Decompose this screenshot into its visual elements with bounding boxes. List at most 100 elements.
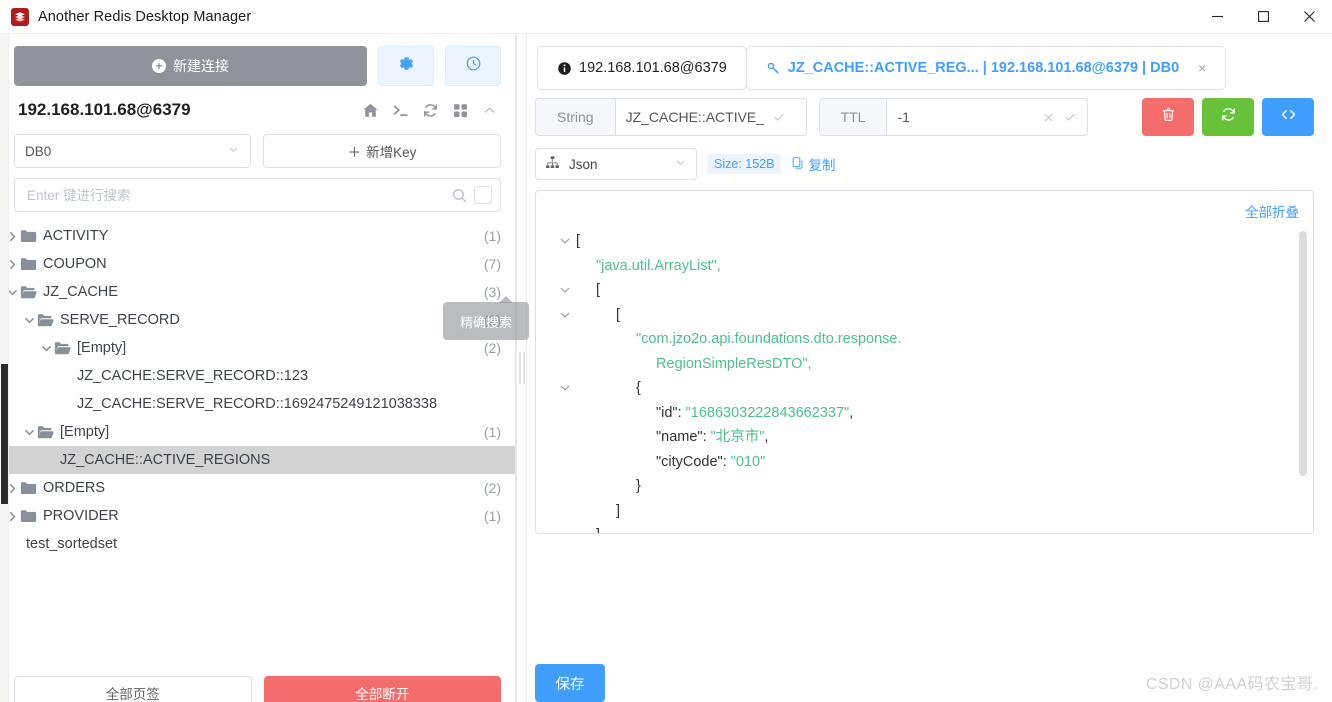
sidebar-topbar: + 新建连接 bbox=[0, 34, 515, 86]
splitter-grip[interactable] bbox=[519, 352, 524, 384]
json-token: "1686303222843662337" bbox=[685, 404, 850, 421]
all-tabs-button[interactable]: 全部页签 bbox=[14, 676, 252, 702]
tree-item-empty[interactable]: [Empty] (1) bbox=[0, 418, 515, 446]
add-key-label: 新增Key bbox=[366, 145, 417, 160]
tree-item-jz-cache-active-regions[interactable]: JZ_CACHE::ACTIVE_REGIONS bbox=[0, 446, 515, 474]
check-icon[interactable] bbox=[1063, 110, 1077, 124]
tab-connection-info[interactable]: 192.168.101.68@6379 bbox=[537, 46, 747, 90]
db-select[interactable]: DB0 bbox=[14, 134, 251, 168]
save-button[interactable]: 保存 bbox=[535, 664, 605, 702]
history-button[interactable] bbox=[445, 46, 501, 86]
format-select[interactable]: Json bbox=[535, 148, 697, 180]
chevron-up-icon[interactable] bbox=[482, 103, 497, 118]
chevron-down-icon[interactable] bbox=[38, 343, 54, 354]
code-icon bbox=[1280, 106, 1297, 128]
left-edge-scrollbar[interactable] bbox=[0, 34, 9, 702]
tree-item-test-sortedset[interactable]: test_sortedset bbox=[0, 530, 515, 558]
json-token: RegionSimpleResDTO", bbox=[656, 355, 812, 372]
tree-item-empty[interactable]: [Empty] (2) bbox=[0, 334, 515, 362]
key-tree[interactable]: ACTIVITY (1) COUPON (7) JZ_CACHE (3) SERVE_REC… bbox=[0, 222, 515, 702]
tree-item-provider[interactable]: PROVIDER (1) bbox=[0, 502, 515, 530]
json-line: ] bbox=[554, 499, 1287, 524]
tree-item-label: COUPON bbox=[43, 256, 107, 272]
panel-splitter[interactable] bbox=[516, 34, 527, 702]
json-collapse-caret-icon[interactable] bbox=[554, 376, 576, 394]
json-token: , bbox=[849, 404, 854, 421]
json-collapse-caret-icon[interactable] bbox=[554, 303, 576, 321]
json-token: "java.util.ArrayList", bbox=[596, 257, 721, 274]
close-icon[interactable] bbox=[1042, 111, 1055, 124]
maximize-button[interactable] bbox=[1240, 0, 1286, 34]
tree-item-count: (1) bbox=[483, 228, 501, 244]
json-token: ] bbox=[616, 502, 621, 519]
connection-action-icons bbox=[362, 102, 497, 119]
new-connection-button[interactable]: + 新建连接 bbox=[14, 46, 367, 86]
search-icon[interactable] bbox=[451, 187, 468, 204]
close-button[interactable] bbox=[1286, 0, 1332, 34]
json-line-text: "id": "1686303222843662337", bbox=[576, 401, 853, 426]
tree-item-jz-cache[interactable]: JZ_CACHE (3) bbox=[0, 278, 515, 306]
format-row: Json Size: 152B 复制 bbox=[527, 136, 1332, 180]
chevron-down-icon[interactable] bbox=[21, 427, 37, 438]
collapse-all-link[interactable]: 全部折叠 bbox=[1245, 201, 1299, 221]
json-token: [ bbox=[616, 306, 621, 323]
json-line: [ bbox=[554, 278, 1287, 303]
ttl-label: TTL bbox=[819, 99, 888, 135]
tab-connection-info-label: 192.168.101.68@6379 bbox=[579, 60, 727, 76]
exact-search-checkbox[interactable] bbox=[474, 186, 492, 204]
tree-item-serve-record[interactable]: SERVE_RECORD (2) bbox=[0, 306, 515, 334]
json-viewer[interactable]: 全部折叠 ["java.util.ArrayList", [["com.jzo2o… bbox=[535, 190, 1314, 534]
json-caret-spacer bbox=[554, 450, 576, 456]
left-edge-scroll-thumb[interactable] bbox=[1, 364, 8, 504]
json-collapse-caret-icon[interactable] bbox=[554, 278, 576, 296]
tree-item-jz-cache-serve-record-123[interactable]: JZ_CACHE:SERVE_RECORD::123 bbox=[0, 362, 515, 390]
refresh-key-button[interactable] bbox=[1202, 98, 1254, 136]
json-token: ] bbox=[596, 527, 600, 533]
check-icon[interactable] bbox=[772, 110, 786, 124]
tree-item-activity[interactable]: ACTIVITY (1) bbox=[0, 222, 515, 250]
copy-button[interactable]: 复制 bbox=[791, 154, 835, 174]
tree-item-coupon[interactable]: COUPON (7) bbox=[0, 250, 515, 278]
key-toolbar: String JZ_CACHE::ACTIVE_ TTL -1 bbox=[527, 90, 1332, 136]
search-input[interactable] bbox=[27, 187, 451, 203]
json-caret-spacer bbox=[554, 499, 576, 505]
json-line-text: } bbox=[576, 474, 641, 499]
tree-item-jz-cache-serve-record-1692475249121038338[interactable]: JZ_CACHE:SERVE_RECORD::16924752491210383… bbox=[0, 390, 515, 418]
copy-label: 复制 bbox=[808, 158, 836, 173]
key-action-buttons bbox=[1142, 98, 1314, 136]
minimize-button[interactable] bbox=[1194, 0, 1240, 34]
json-scrollbar[interactable] bbox=[1299, 231, 1307, 519]
json-line: "name": "北京市", bbox=[554, 425, 1287, 450]
tree-item-label: [Empty] bbox=[60, 424, 110, 440]
json-line: "cityCode": "010" bbox=[554, 450, 1287, 475]
chevron-down-icon[interactable] bbox=[21, 315, 37, 326]
tree-item-count: (2) bbox=[483, 312, 501, 328]
refresh-icon[interactable] bbox=[422, 102, 439, 119]
search-box[interactable] bbox=[14, 178, 501, 212]
home-icon[interactable] bbox=[362, 102, 379, 119]
grid-icon[interactable] bbox=[452, 102, 469, 119]
tree-icon bbox=[545, 155, 560, 173]
delete-key-button[interactable] bbox=[1142, 98, 1194, 136]
json-content[interactable]: ["java.util.ArrayList", [["com.jzo2o.api.… bbox=[536, 223, 1313, 533]
tree-item-label: [Empty] bbox=[77, 340, 127, 356]
json-collapse-caret-icon[interactable] bbox=[554, 229, 576, 247]
sidebar-bottom-buttons: 全部页签 全部断开 bbox=[14, 676, 501, 702]
tree-item-orders[interactable]: ORDERS (2) bbox=[0, 474, 515, 502]
json-line-text: [ bbox=[576, 278, 600, 303]
json-line-text: "cityCode": "010" bbox=[576, 450, 765, 475]
json-caret-spacer bbox=[554, 352, 576, 358]
tab-close-icon[interactable]: × bbox=[1198, 60, 1206, 76]
key-name-field[interactable]: JZ_CACHE::ACTIVE_ bbox=[615, 99, 806, 135]
code-view-button[interactable] bbox=[1262, 98, 1314, 136]
add-key-button[interactable]: ＋ 新增Key bbox=[263, 134, 501, 168]
disconnect-all-button[interactable]: 全部断开 bbox=[263, 676, 501, 702]
tab-key-detail[interactable]: JZ_CACHE::ACTIVE_REG... | 192.168.101.68… bbox=[745, 46, 1227, 90]
folder-icon bbox=[20, 481, 37, 495]
tree-item-count: (1) bbox=[483, 424, 501, 440]
ttl-field[interactable]: -1 bbox=[887, 99, 1088, 135]
json-scroll-thumb[interactable] bbox=[1299, 231, 1307, 476]
console-icon[interactable] bbox=[392, 102, 409, 119]
settings-button[interactable] bbox=[378, 46, 434, 86]
info-icon bbox=[557, 61, 572, 76]
